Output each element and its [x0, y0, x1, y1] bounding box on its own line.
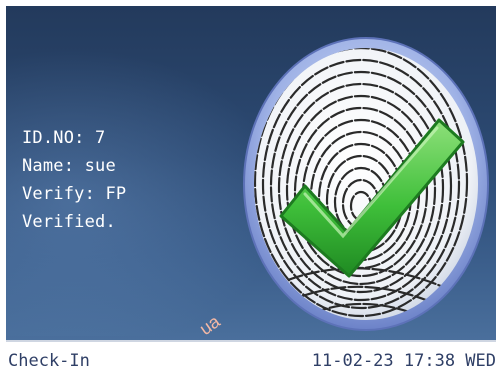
status-bar: Check-In 11-02-23 17:38 WED [6, 340, 496, 382]
device-screen: ID.NO: 7 Name: sue Verify: FP Verified. [6, 6, 496, 340]
verify-result-text: Verified. [22, 212, 116, 232]
date-time-label: 11-02-23 17:38 WED [311, 351, 496, 371]
attendance-mode-label: Check-In [8, 351, 90, 371]
verify-method-text: Verify: FP [22, 184, 127, 204]
fingerprint-icon [243, 37, 489, 331]
verification-info: ID.NO: 7 Name: sue Verify: FP Verified. [22, 124, 126, 236]
fingerprint-verified-graphic [243, 36, 489, 336]
id-number-text: ID.NO: 7 [22, 128, 106, 148]
user-name-text: Name: sue [22, 156, 116, 176]
